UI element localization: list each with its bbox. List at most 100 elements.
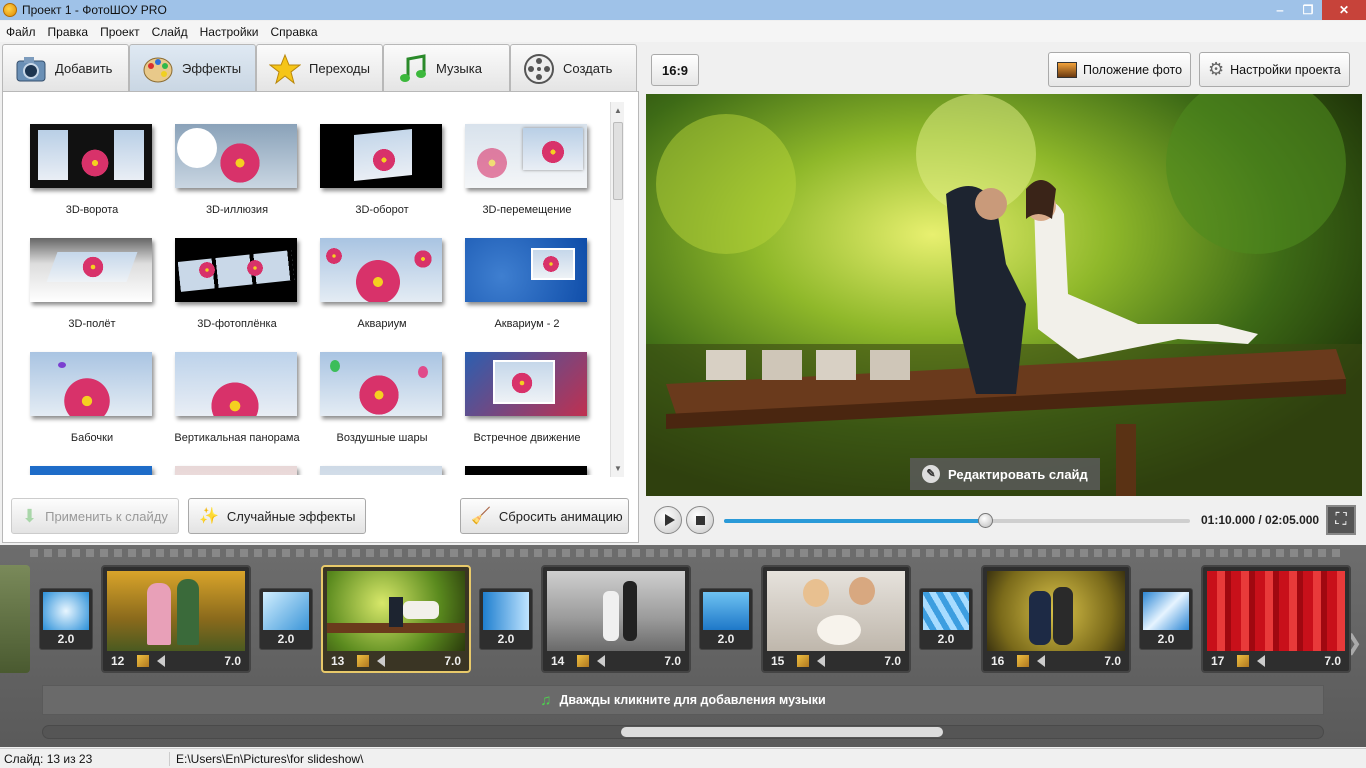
- edit-pencil-icon[interactable]: [797, 655, 809, 667]
- apply-to-slide-button[interactable]: ⬇ Применить к слайду: [11, 498, 179, 534]
- effect-thumbnail: [30, 466, 152, 475]
- playback-progress[interactable]: [724, 513, 1190, 528]
- reset-animation-button[interactable]: 🧹 Сбросить анимацию: [460, 498, 629, 534]
- film-sprocket: [30, 549, 1340, 557]
- sound-icon[interactable]: [597, 655, 605, 667]
- slide-duration: 7.0: [664, 654, 681, 668]
- tab-music[interactable]: Музыка: [383, 44, 510, 92]
- effect-label: 3D-ворота: [65, 204, 119, 216]
- scrollbar-thumb[interactable]: [613, 122, 623, 200]
- effect-item[interactable]: 3D-фотоплёнка: [158, 216, 303, 330]
- status-bar: Слайд: 13 из 23 E:\Users\En\Pictures\for…: [0, 748, 1366, 768]
- transition-item[interactable]: 2.0: [699, 588, 753, 650]
- menu-project[interactable]: Проект: [94, 25, 146, 39]
- transition-duration: 2.0: [277, 632, 295, 646]
- timeline: ❮ ❯ 2.0 2.0 2.0 2.0 2.0 2.0 12 7.0: [0, 545, 1366, 747]
- effect-item[interactable]: [13, 444, 158, 475]
- transition-item[interactable]: 2.0: [259, 588, 313, 650]
- edit-pencil-icon[interactable]: [137, 655, 149, 667]
- effect-item[interactable]: [303, 444, 448, 475]
- close-icon[interactable]: ✕: [1322, 0, 1366, 20]
- random-effects-button[interactable]: ✨ Случайные эффекты: [188, 498, 366, 534]
- effect-item[interactable]: Воздушные шары: [303, 330, 448, 444]
- slide-counter: Слайд: 13 из 23: [0, 751, 170, 766]
- transition-item[interactable]: 2.0: [39, 588, 93, 650]
- effect-label: 3D-оборот: [355, 204, 409, 216]
- slide-item[interactable]: 15 7.0: [761, 565, 911, 673]
- transition-item[interactable]: 2.0: [479, 588, 533, 650]
- play-button[interactable]: [654, 506, 682, 534]
- photo-position-label: Положение фото: [1083, 62, 1183, 77]
- edit-pencil-icon[interactable]: [1237, 655, 1249, 667]
- scroll-down-icon[interactable]: ▼: [614, 464, 622, 473]
- effect-item[interactable]: [158, 444, 303, 475]
- slide-info: 13 7.0: [323, 651, 469, 671]
- edit-pencil-icon[interactable]: [357, 655, 369, 667]
- tab-effects[interactable]: Эффекты: [129, 44, 256, 92]
- scroll-up-icon[interactable]: ▲: [614, 106, 622, 115]
- sound-icon[interactable]: [817, 655, 825, 667]
- sound-icon[interactable]: [1257, 655, 1265, 667]
- slide-item[interactable]: 17 7.0: [1201, 565, 1351, 673]
- music-track[interactable]: ♫ Дважды кликните для добавления музыки: [42, 685, 1324, 715]
- slide-number: 12: [111, 654, 125, 668]
- edit-pencil-icon[interactable]: [1017, 655, 1029, 667]
- slide-preview[interactable]: ✎ Редактировать слайд: [646, 94, 1362, 496]
- slide-item[interactable]: 16 7.0: [981, 565, 1131, 673]
- tab-create[interactable]: Создать: [510, 44, 637, 92]
- slide-item[interactable]: 14 7.0: [541, 565, 691, 673]
- effect-item[interactable]: Встречное движение: [448, 330, 593, 444]
- slide-partial[interactable]: [0, 565, 30, 673]
- menu-edit[interactable]: Правка: [42, 25, 95, 39]
- edit-pencil-icon[interactable]: [577, 655, 589, 667]
- slide-duration: 7.0: [1324, 654, 1341, 668]
- sound-icon[interactable]: [377, 655, 385, 667]
- stop-icon: [695, 515, 705, 525]
- transition-thumbnail: [263, 592, 309, 630]
- project-settings-button[interactable]: ⚙ Настройки проекта: [1199, 52, 1350, 87]
- effect-item[interactable]: Вертикальная панорама: [158, 330, 303, 444]
- tab-add[interactable]: Добавить: [2, 44, 129, 92]
- effect-item[interactable]: 3D-оборот: [303, 102, 448, 216]
- maximize-icon[interactable]: ❐: [1294, 0, 1322, 20]
- fullscreen-button[interactable]: ⛶: [1326, 505, 1356, 535]
- effect-item[interactable]: Аквариум: [303, 216, 448, 330]
- stop-button[interactable]: [686, 506, 714, 534]
- slide-item[interactable]: 12 7.0: [101, 565, 251, 673]
- transition-item[interactable]: 2.0: [919, 588, 973, 650]
- edit-slide-button[interactable]: ✎ Редактировать слайд: [910, 458, 1100, 490]
- effect-item[interactable]: Бабочки: [13, 330, 158, 444]
- effects-scrollbar[interactable]: ▲ ▼: [610, 102, 624, 477]
- menu-help[interactable]: Справка: [264, 25, 323, 39]
- slide-info: 16 7.0: [983, 651, 1129, 671]
- transition-duration: 2.0: [937, 632, 955, 646]
- app-icon: [3, 3, 17, 17]
- palette-icon: [142, 53, 174, 85]
- gear-icon: ⚙: [1208, 59, 1225, 79]
- aspect-ratio-button[interactable]: 16:9: [651, 54, 699, 86]
- tab-transitions[interactable]: Переходы: [256, 44, 383, 92]
- title-bar: Проект 1 - ФотоШОУ PRO ‒ ❐ ✕: [0, 0, 1366, 20]
- effect-item[interactable]: 3D-ворота: [13, 102, 158, 216]
- effect-label: Бабочки: [70, 432, 114, 444]
- effect-item[interactable]: [448, 444, 593, 475]
- transition-duration: 2.0: [497, 632, 515, 646]
- progress-knob[interactable]: [977, 513, 993, 528]
- timeline-scrollbar[interactable]: [42, 725, 1324, 739]
- sound-icon[interactable]: [1037, 655, 1045, 667]
- transition-item[interactable]: 2.0: [1139, 588, 1193, 650]
- minimize-icon[interactable]: ‒: [1266, 0, 1294, 20]
- menu-settings[interactable]: Настройки: [194, 25, 265, 39]
- menu-slide[interactable]: Слайд: [146, 25, 194, 39]
- effect-item[interactable]: 3D-полёт: [13, 216, 158, 330]
- effect-thumbnail: [465, 466, 587, 475]
- timeline-scrollbar-thumb[interactable]: [621, 727, 943, 737]
- photo-position-button[interactable]: Положение фото: [1048, 52, 1192, 87]
- slide-item[interactable]: 13 7.0: [321, 565, 471, 673]
- sound-icon[interactable]: [157, 655, 165, 667]
- menu-file[interactable]: Файл: [0, 25, 42, 39]
- effect-item[interactable]: 3D-иллюзия: [158, 102, 303, 216]
- project-settings-label: Настройки проекта: [1230, 62, 1341, 77]
- effect-item[interactable]: 3D-перемещение: [448, 102, 593, 216]
- effect-item[interactable]: Аквариум - 2: [448, 216, 593, 330]
